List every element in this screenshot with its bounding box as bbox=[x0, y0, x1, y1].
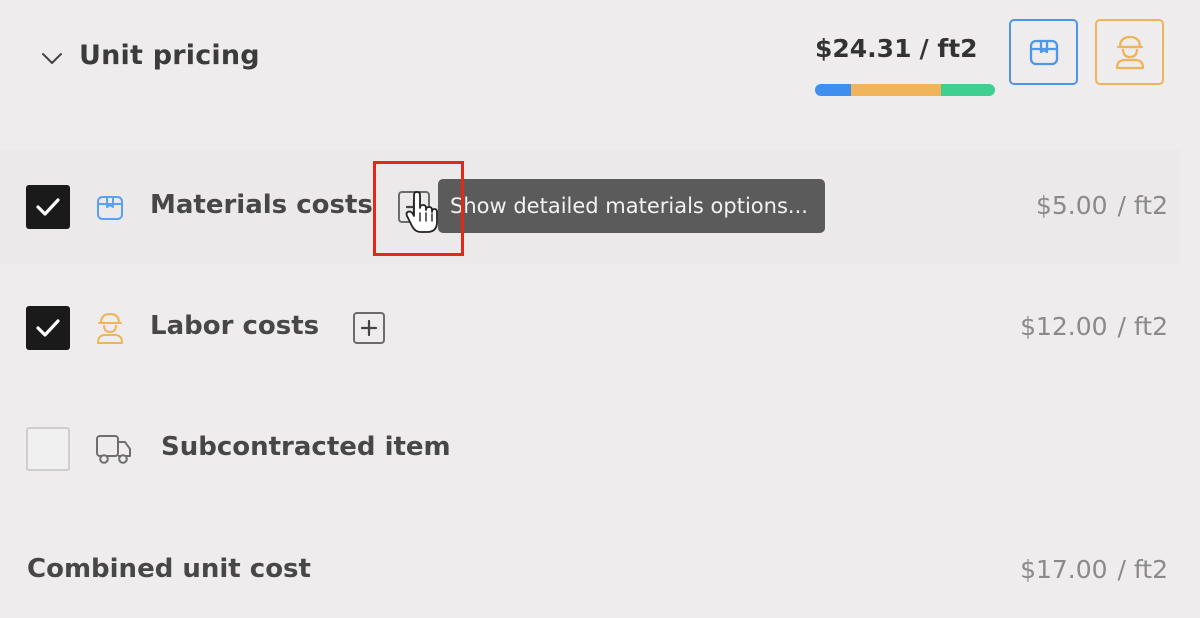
materials-price-unit: / ft2 bbox=[1117, 191, 1168, 220]
combined-cost-label: Combined unit cost bbox=[27, 554, 311, 584]
worker-icon bbox=[97, 313, 123, 344]
cost-bar-segment-labor bbox=[851, 84, 941, 96]
total-price-unit: / ft2 bbox=[919, 34, 978, 63]
materials-checkbox[interactable] bbox=[26, 185, 70, 229]
combined-price: $17.00 / ft2 bbox=[1020, 555, 1168, 584]
checkmark-icon bbox=[36, 198, 60, 216]
worker-icon bbox=[1115, 35, 1144, 70]
cost-bar-segment-other bbox=[941, 84, 995, 96]
subcontracted-checkbox[interactable] bbox=[26, 427, 70, 471]
box-icon bbox=[97, 196, 123, 220]
labor-price: $12.00 / ft2 bbox=[1020, 312, 1168, 341]
labor-price-value: $12.00 bbox=[1020, 312, 1108, 341]
section-title[interactable]: Unit pricing bbox=[79, 40, 260, 71]
total-unit-price: $24.31/ ft2 bbox=[815, 34, 978, 63]
cost-breakdown-bar bbox=[815, 84, 995, 96]
combined-price-value: $17.00 bbox=[1020, 555, 1108, 584]
chevron-down-icon[interactable] bbox=[38, 44, 66, 72]
labor-filter-button[interactable] bbox=[1095, 19, 1164, 85]
box-icon bbox=[1029, 39, 1058, 66]
cost-bar-segment-materials bbox=[815, 84, 851, 96]
total-price-value: $24.31 bbox=[815, 34, 912, 63]
labor-checkbox[interactable] bbox=[26, 306, 70, 350]
tooltip: Show detailed materials options... bbox=[438, 179, 825, 233]
labor-expand-button[interactable] bbox=[353, 312, 385, 344]
materials-filter-button[interactable] bbox=[1009, 19, 1078, 85]
subcontracted-label: Subcontracted item bbox=[161, 432, 451, 462]
labor-price-unit: / ft2 bbox=[1117, 312, 1168, 341]
highlight-box bbox=[373, 161, 464, 256]
materials-label: Materials costs bbox=[150, 190, 373, 220]
materials-price: $5.00 / ft2 bbox=[1036, 191, 1168, 220]
truck-icon bbox=[96, 435, 131, 464]
labor-label: Labor costs bbox=[150, 311, 320, 341]
plus-icon bbox=[360, 319, 378, 337]
combined-price-unit: / ft2 bbox=[1117, 555, 1168, 584]
materials-price-value: $5.00 bbox=[1035, 191, 1108, 220]
checkmark-icon bbox=[36, 319, 60, 337]
